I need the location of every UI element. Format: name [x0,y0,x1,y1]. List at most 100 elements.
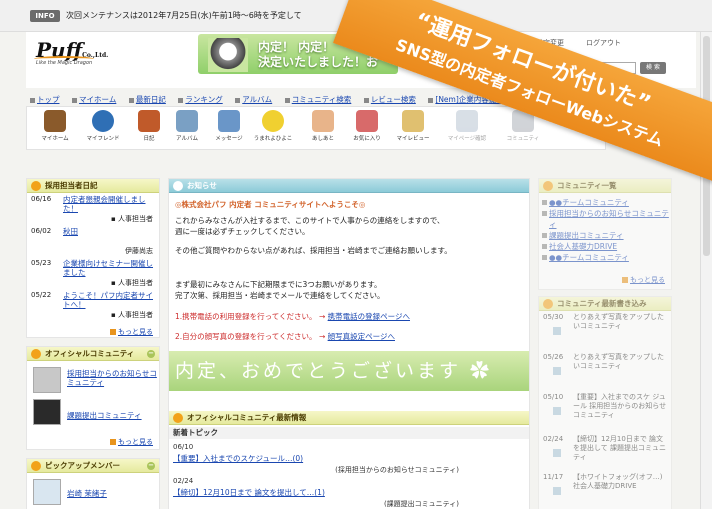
banner-text-line2: 決定いたしました！お [258,55,379,69]
logo-tagline: Like the Magic Dragon [36,60,93,66]
community-thumbnail[interactable] [33,367,61,393]
post-date: 05/10 [543,393,564,401]
iconbar-myreview[interactable]: マイレビュー [391,110,435,150]
topic-link[interactable]: 【重要】入社までのスケジュール…(0) [173,453,303,464]
diary-author: ▪ 人事担当者 [111,278,153,288]
recruiter-diary-title: 採用担当者日記 [45,181,98,190]
info-badge: INFO [30,10,60,22]
person-icon: ▪ [111,279,118,287]
smiley-icon [543,181,553,191]
diary-title-link[interactable]: ようこそ！パフ内定者サイトへ！ [63,291,155,309]
member-link[interactable]: 岩崎 茉緒子 [67,489,157,498]
community-link[interactable]: 課題提出コミュニティ [67,411,157,420]
photo-registration-link[interactable]: 顔写真設定ページへ [328,332,395,341]
community-thumbnail[interactable] [33,399,61,425]
person-icon: ▪ [111,215,118,223]
iconbar-label: メッセージ [215,136,243,142]
iconbar-myhome[interactable]: マイホーム [33,110,77,150]
notice-title: お知らせ [187,181,217,190]
mobile-registration-link[interactable]: 携帯電話の登録ページへ [328,312,410,321]
post-text[interactable]: とりあえず写真をアップしたいコミュニティ [573,353,669,371]
community-link[interactable]: 採用担当からのお知らせコミュニティ [67,369,157,387]
nav-link-ranking[interactable]: ランキング [178,94,222,105]
iconbar-label: マイレビュー [396,136,430,142]
iconbar-myfriend[interactable]: マイフレンド [81,110,125,150]
recruiter-diary-box: 採用担当者日記 06/16 内定者懇親会開催しました！ ▪ 人事担当者 06/0… [26,178,160,338]
post-text[interactable]: とりあえず写真をアップしたいコミュニティ [573,313,669,331]
paw-icon: ✿ [461,360,493,382]
official-community-title: オフィシャルコミュニティ [45,349,135,358]
iconbar-label: マイホーム [41,136,69,142]
topic-date: 06/10 [173,443,194,451]
member-avatar[interactable] [33,479,61,505]
diary-author-name: 人事担当者 [118,215,153,223]
notice-paragraph: その他ご質問やわからない点があれば、採用担当・岩崎までご連絡お願いします。 [175,246,452,255]
logout-link[interactable]: ログアウト [586,38,621,48]
notice-panel: お知らせ ◎株式会社パフ 内定者 コミュニティサイトへようこそ◎ これからみなさ… [168,178,530,509]
post-row: 05/10 【重要】入社までのスケ ジュール 採用担当からのお知らせコミュニティ [539,391,671,433]
iconbar-page-check[interactable]: マイページ確認 [445,110,489,150]
house-icon [44,110,66,132]
topic-link[interactable]: 【締切】12月10日まで 論文を提出して…(1) [173,487,325,498]
community-list-link[interactable]: ●●チームコミュニティ [539,252,671,263]
nav-link-community-search[interactable]: コミュニティ検索 [285,94,352,105]
photo-icon [553,407,561,415]
recruiter-diary-header: 採用担当者日記 [27,179,159,193]
favorite-icon [356,110,378,132]
post-date: 02/24 [543,435,564,443]
search-button[interactable]: 検 索 [640,62,666,74]
iconbar-album[interactable]: アルバム [165,110,209,150]
community-list-title: コミュニティ一覧 [557,181,617,190]
diary-date: 06/02 [31,227,52,235]
nav-link-album[interactable]: アルバム [235,94,272,105]
post-date: 05/30 [543,313,564,321]
community-list-link[interactable]: 採用担当からのお知らせコミュニティ [539,208,671,230]
smiley-icon [173,181,183,191]
task-1-text: 1.携帯電話の利用登録を行ってください。 [175,312,317,321]
community-list-link[interactable]: 社会人基礎力DRIVE [539,241,671,252]
diary-title-link[interactable]: 秋田 [63,227,155,236]
notice-paragraph: これからみなさんが入社するまで、このサイトで人事からの連絡をしますので、 [175,216,445,225]
iconbar-message[interactable]: メッセージ [207,110,251,150]
diary-entry: 06/02 秋田 伊藤尚志 [27,225,159,257]
diary-title-link[interactable]: 内定者懇親会開催しました！ [63,195,155,213]
diary-date: 06/16 [31,195,52,203]
diary-more-link[interactable]: もっと見る [110,327,153,337]
friends-icon [92,110,114,132]
new-topics-header: 新着トピック [169,427,529,439]
person-icon: ▪ [111,311,118,319]
community-more-link[interactable]: もっと見る [110,437,153,447]
photo-icon [553,449,561,457]
right-sidebar: コミュニティ一覧 ●●チームコミュニティ 採用担当からのお知らせコミュニティ 課… [538,178,672,509]
community-list-more-link[interactable]: もっと見る [622,275,665,285]
latest-posts-header: コミュニティ最新書き込み [539,297,671,311]
heart-icon [173,413,183,423]
iconbar-label: コミュニティ [506,136,540,142]
iconbar-chick[interactable]: うまれよひよこ [251,110,295,150]
collapse-icon[interactable]: − [147,462,155,470]
community-news-header: オフィシャルコミュニティ最新情報 [169,411,529,425]
pickup-member-box: ピックアップメンバー − 岩崎 茉緒子 [26,458,160,509]
diary-author-name: 人事担当者 [118,311,153,319]
iconbar-label: マイフレンド [86,136,120,142]
iconbar-footprint[interactable]: あしあと [301,110,345,150]
collapse-icon[interactable]: − [147,350,155,358]
post-text[interactable]: 【重要】入社までのスケ ジュール 採用担当からのお知らせコミュニティ [573,393,669,420]
maintenance-notice: 次回メンテナンスは2012年7月25日(水)午前1時〜6時を予定して [66,11,302,20]
topic-source: (採用担当からのお知らせコミュニティ) [335,466,459,474]
nav-link-review-search[interactable]: レビュー検索 [364,94,416,105]
diary-title-link[interactable]: 企業様向けセミナー開催しました [63,259,155,277]
iconbar-label: アルバム [176,136,198,142]
post-row: 05/26 とりあえず写真をアップしたいコミュニティ [539,351,671,391]
community-list-link[interactable]: 課題提出コミュニティ [539,230,671,241]
nav-link-latest-diary[interactable]: 最新日記 [129,94,166,105]
notice-paragraph: 完了次第、採用担当・岩崎までメールで連絡をしてください。 [175,291,385,300]
community-list-link[interactable]: ●●チームコミュニティ [539,197,671,208]
nav-link-myhome[interactable]: マイホーム [72,94,116,105]
diary-entry: 05/23 企業様向けセミナー開催しました ▪ 人事担当者 [27,257,159,289]
official-community-header: オフィシャルコミュニティ − [27,347,159,361]
post-text[interactable]: 【ホワイトフォッグ(オフ…) 社会人基礎力DRIVE [573,473,669,491]
nav-link-top[interactable]: トップ [30,94,60,105]
iconbar-favorite[interactable]: お気に入り [345,110,389,150]
post-text[interactable]: 【締切】12月10日まで 論文を提出して 課題提出コミュニティ [573,435,669,462]
